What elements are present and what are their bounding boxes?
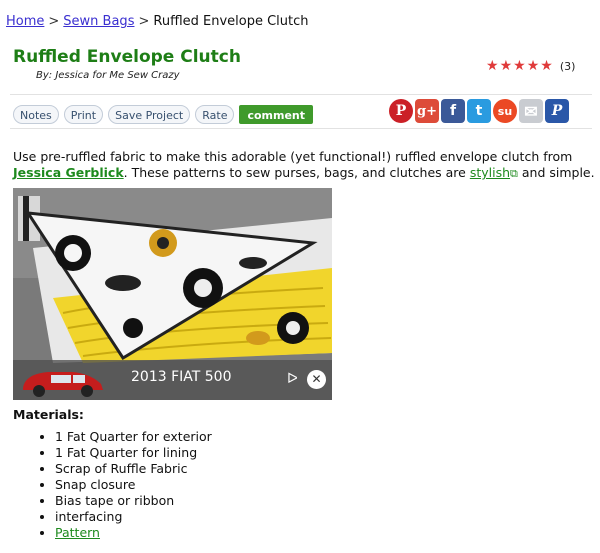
pinterest-icon[interactable]: P bbox=[389, 99, 413, 123]
list-item: Bias tape or ribbon bbox=[55, 493, 212, 509]
notes-button[interactable]: Notes bbox=[13, 105, 59, 124]
rating-count: (3) bbox=[559, 59, 576, 73]
rate-button[interactable]: Rate bbox=[195, 105, 235, 124]
star-icon: ★ bbox=[540, 58, 553, 74]
external-link-icon: ⧉ bbox=[510, 167, 518, 180]
star-icon: ★ bbox=[486, 58, 499, 74]
stylish-link[interactable]: stylish bbox=[470, 165, 510, 180]
facebook-icon[interactable]: f bbox=[441, 99, 465, 123]
project-description: Use pre-ruffled fabric to make this ador… bbox=[13, 149, 595, 182]
adchoices-icon[interactable]: ᐅ bbox=[287, 371, 298, 387]
breadcrumb-current: Ruffled Envelope Clutch bbox=[153, 14, 309, 29]
page-title: Ruffled Envelope Clutch bbox=[13, 47, 241, 67]
star-icon: ★ bbox=[526, 58, 540, 74]
designer-link[interactable]: Jessica Gerblick bbox=[13, 165, 124, 180]
save-project-button[interactable]: Save Project bbox=[108, 105, 191, 124]
star-icon: ★ bbox=[499, 58, 513, 74]
print-button[interactable]: Print bbox=[63, 105, 104, 124]
pinterest-alt-icon[interactable]: P bbox=[545, 99, 569, 123]
stumbleupon-icon[interactable]: su bbox=[493, 99, 517, 123]
close-icon[interactable]: ✕ bbox=[307, 370, 326, 389]
google-plus-icon[interactable]: g+ bbox=[415, 99, 439, 123]
twitter-icon[interactable]: t bbox=[467, 99, 491, 123]
author-byline: By: Jessica for Me Sew Crazy bbox=[36, 70, 180, 81]
description-text: and simple. bbox=[521, 165, 595, 180]
list-item: 1 Fat Quarter for exterior bbox=[55, 429, 212, 445]
breadcrumb-separator: > bbox=[48, 14, 60, 29]
toolbar-divider-bottom bbox=[10, 128, 592, 129]
list-item: Scrap of Ruffle Fabric bbox=[55, 461, 212, 477]
toolbar-divider-top bbox=[10, 94, 592, 95]
breadcrumb: Home > Sewn Bags > Ruffled Envelope Clutch bbox=[6, 14, 309, 29]
breadcrumb-separator: > bbox=[138, 14, 150, 29]
list-item: interfacing bbox=[55, 509, 212, 525]
breadcrumb-home-link[interactable]: Home bbox=[6, 14, 44, 29]
list-item: Snap closure bbox=[55, 477, 212, 493]
list-item: 1 Fat Quarter for lining bbox=[55, 445, 212, 461]
email-icon[interactable]: ✉ bbox=[519, 99, 543, 123]
materials-heading: Materials: bbox=[13, 407, 84, 422]
list-item: Pattern bbox=[55, 525, 212, 541]
description-text: Use pre-ruffled fabric to make this ador… bbox=[13, 149, 573, 164]
materials-list: 1 Fat Quarter for exterior 1 Fat Quarter… bbox=[13, 429, 212, 541]
breadcrumb-category-link[interactable]: Sewn Bags bbox=[63, 14, 134, 29]
comment-button[interactable]: comment bbox=[239, 105, 314, 124]
star-icon: ★ bbox=[513, 58, 526, 74]
pattern-link[interactable]: Pattern bbox=[55, 525, 100, 540]
star-rating[interactable]: ★ ★ ★ ★ ★ (3) bbox=[486, 59, 575, 73]
ad-title[interactable]: 2013 FIAT 500 bbox=[131, 369, 231, 385]
car-thumbnail bbox=[23, 372, 103, 397]
social-share-bar: P g+ f t su ✉ P bbox=[389, 99, 569, 123]
action-toolbar: Notes Print Save Project Rate comment bbox=[13, 105, 314, 124]
description-text: . These patterns to sew purses, bags, an… bbox=[123, 165, 466, 180]
